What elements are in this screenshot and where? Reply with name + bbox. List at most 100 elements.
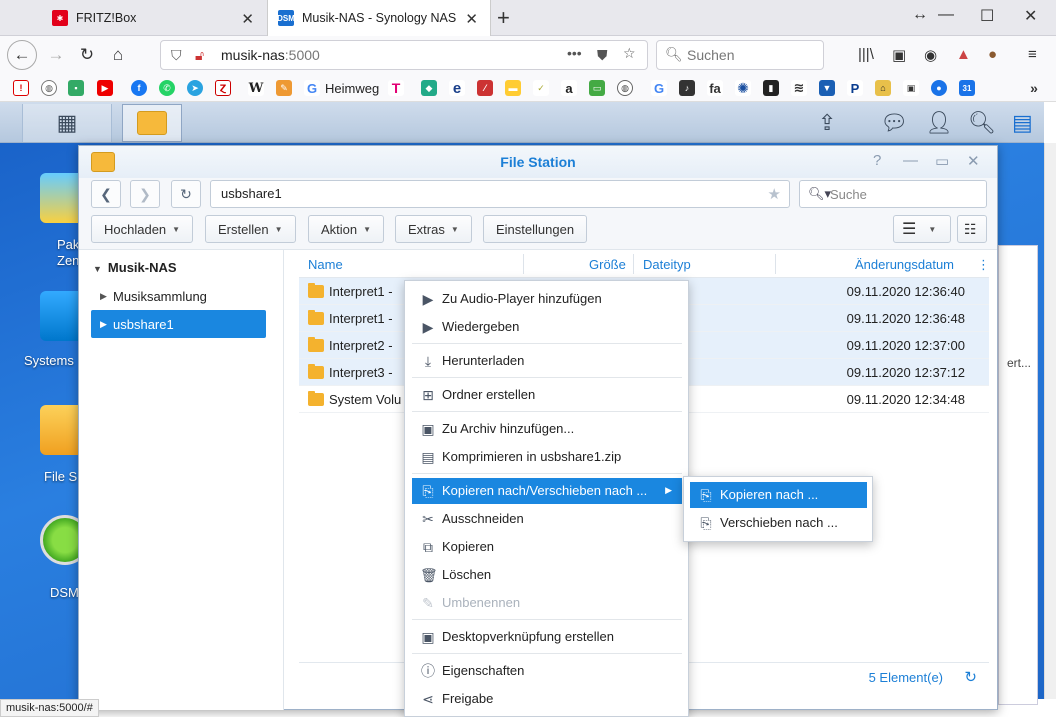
search-icon[interactable]: 🔍︎ (968, 110, 996, 136)
bookmark-site-icon[interactable]: Ɀ (215, 80, 231, 96)
menu-item-create-folder[interactable]: ⊞ Ordner erstellen (412, 382, 682, 408)
bookmark-site-icon[interactable]: ▭ (589, 80, 605, 96)
refresh-button[interactable]: ↻ (171, 180, 201, 208)
tab-fritzbox[interactable]: ✱ FRITZ!Box ✕ (42, 0, 266, 36)
main-menu-button[interactable]: ▦ (22, 104, 112, 142)
telekom-icon[interactable]: T (388, 80, 404, 96)
file-search-input[interactable]: 🔍︎▾ Suche (799, 180, 987, 208)
window-title-bar[interactable]: File Station ? — ▭ ✕ (79, 146, 997, 178)
menu-item-share[interactable]: ⋖ Freigabe (412, 686, 682, 712)
menu-item-add-audio-player[interactable]: ▶ Zu Audio-Player hinzufügen (412, 286, 682, 312)
menu-item-delete[interactable]: 🗑︎ Löschen (412, 562, 682, 588)
path-input[interactable]: usbshare1 ★ (210, 180, 790, 208)
paypal-icon[interactable]: P (847, 80, 863, 96)
pocket-icon[interactable]: ⛊ (597, 47, 608, 64)
menu-item-cut[interactable]: ✂ Ausschneiden (412, 506, 682, 532)
close-icon[interactable]: ✕ (967, 152, 980, 170)
column-name[interactable]: Name (308, 257, 343, 272)
library-icon[interactable]: |||\ (858, 46, 874, 63)
facebook-icon[interactable]: f (131, 80, 147, 96)
youtube-icon[interactable]: ▶ (97, 80, 113, 96)
maximize-icon[interactable]: ☐ (980, 6, 994, 26)
more-icon[interactable]: ••• (567, 45, 582, 61)
bookmark-star-icon[interactable]: ☆ (623, 45, 636, 62)
bookmark-site-icon[interactable]: ▣ (903, 80, 919, 96)
new-tab-icon[interactable]: + (497, 5, 510, 31)
menu-item-compress[interactable]: ▤ Komprimieren in usbshare1.zip (412, 444, 682, 470)
action-button[interactable]: Aktion ▼ (308, 215, 385, 243)
close-tab-icon[interactable]: ✕ (241, 10, 254, 28)
resize-icon[interactable]: ↔ (912, 6, 928, 24)
account-icon[interactable]: ◉ (924, 46, 937, 64)
notifications-icon[interactable]: 💬︎ (880, 110, 908, 136)
minimize-icon[interactable]: — (903, 152, 918, 169)
back-button[interactable]: ❮ (91, 180, 121, 208)
submenu-item-copy-to[interactable]: ⎘ Kopieren nach ... (690, 482, 867, 508)
wikipedia-icon[interactable]: W (248, 80, 264, 96)
google-icon[interactable]: G (304, 80, 320, 96)
home-icon[interactable]: ⌂ (104, 41, 132, 69)
help-icon[interactable]: ? (873, 152, 881, 169)
filestation-task-button[interactable] (122, 104, 182, 142)
bookmark-site-icon[interactable]: ✺ (735, 80, 751, 96)
background-window[interactable]: ert... (998, 245, 1038, 705)
cookie-icon[interactable]: ● (988, 46, 997, 63)
back-icon[interactable]: ← (7, 40, 37, 70)
widgets-icon[interactable]: ▤ (1012, 110, 1033, 136)
globe-icon[interactable]: ◍ (617, 80, 633, 96)
bookmark-site-icon[interactable]: ♪ (679, 80, 695, 96)
menu-item-add-archive[interactable]: ▣ Zu Archiv hinzufügen... (412, 416, 682, 442)
bookmark-heimweg[interactable]: Heimweg (325, 81, 379, 96)
tree-item-musiksammlung[interactable]: ▶ Musiksammlung (91, 282, 266, 310)
maximize-icon[interactable]: ▭ (935, 152, 949, 170)
column-modified[interactable]: Änderungsdatum (855, 257, 954, 272)
account-icon[interactable]: ● (931, 80, 947, 96)
upload-queue-icon[interactable]: ⇪ (818, 110, 836, 136)
menu-icon[interactable]: ≡ (1028, 46, 1037, 63)
upload-button[interactable]: Hochladen ▼ (91, 215, 194, 243)
user-icon[interactable]: 👤︎ (925, 110, 953, 136)
favorite-star-icon[interactable]: ★ (768, 185, 781, 203)
sidebar-icon[interactable]: ▣ (892, 46, 906, 64)
menu-item-desktop-shortcut[interactable]: ▣ Desktopverknüpfung erstellen (412, 624, 682, 650)
bookmark-site-icon[interactable]: ✓ (533, 80, 549, 96)
browser-search-input[interactable]: 🔍︎ Suchen (656, 40, 824, 70)
bookmark-site-icon[interactable]: ▪ (68, 80, 84, 96)
bookmark-site-icon[interactable]: ▮ (763, 80, 779, 96)
bank-icon[interactable]: ⌂ (875, 80, 891, 96)
menu-item-play[interactable]: ▶ Wiedergeben (412, 314, 682, 340)
chevron-more-icon[interactable]: » (1026, 80, 1042, 96)
menu-item-properties[interactable]: ⓘ Eigenschaften (412, 658, 682, 684)
menu-item-copy[interactable]: ⧉ Kopieren (412, 534, 682, 560)
menu-item-copy-move[interactable]: ⎘ Kopieren nach/Verschieben nach ... ▶ (412, 478, 682, 504)
bookmark-site-icon[interactable]: ⁄ (477, 80, 493, 96)
close-tab-icon[interactable]: ✕ (465, 10, 478, 28)
forward-button[interactable]: ❯ (130, 180, 160, 208)
close-window-icon[interactable]: ✕ (1024, 6, 1037, 26)
whatsapp-icon[interactable]: ✆ (159, 80, 175, 96)
bookmark-site-icon[interactable]: ≋ (791, 80, 807, 96)
bookmark-site-icon[interactable]: ▼ (819, 80, 835, 96)
tab-musik-nas[interactable]: DSM Musik-NAS - Synology NAS ✕ (267, 0, 491, 36)
warning-icon[interactable]: ! (13, 80, 29, 96)
refresh-icon[interactable]: ↻ (964, 668, 977, 686)
calendar-icon[interactable]: 31 (959, 80, 975, 96)
reload-icon[interactable]: ↻ (73, 41, 101, 69)
extension-icon[interactable]: ▲ (956, 46, 971, 63)
settings-button[interactable]: Einstellungen (483, 215, 588, 243)
extras-button[interactable]: Extras ▼ (395, 215, 472, 243)
minimize-icon[interactable]: — (938, 6, 954, 24)
tree-item-usbshare1[interactable]: ▶ usbshare1 (91, 310, 266, 338)
globe-icon[interactable]: ◍ (41, 80, 57, 96)
sort-button[interactable]: ☷ (957, 215, 987, 243)
url-bar[interactable]: ⛉ 🔓︎ musik-nas:5000 ••• ⛊ ☆ (160, 40, 648, 70)
forward-icon[interactable]: → (42, 41, 70, 69)
tree-root[interactable]: ▼ Musik-NAS (93, 260, 177, 275)
column-type[interactable]: Dateityp (643, 257, 691, 272)
telegram-icon[interactable]: ➤ (187, 80, 203, 96)
column-size[interactable]: Größe (589, 257, 626, 272)
submenu-item-move-to[interactable]: ⎘ Verschieben nach ... (690, 510, 867, 536)
page-scrollbar[interactable] (1044, 143, 1056, 699)
bookmark-site-icon[interactable]: ▬ (505, 80, 521, 96)
bookmark-site-icon[interactable]: ✎ (276, 80, 292, 96)
